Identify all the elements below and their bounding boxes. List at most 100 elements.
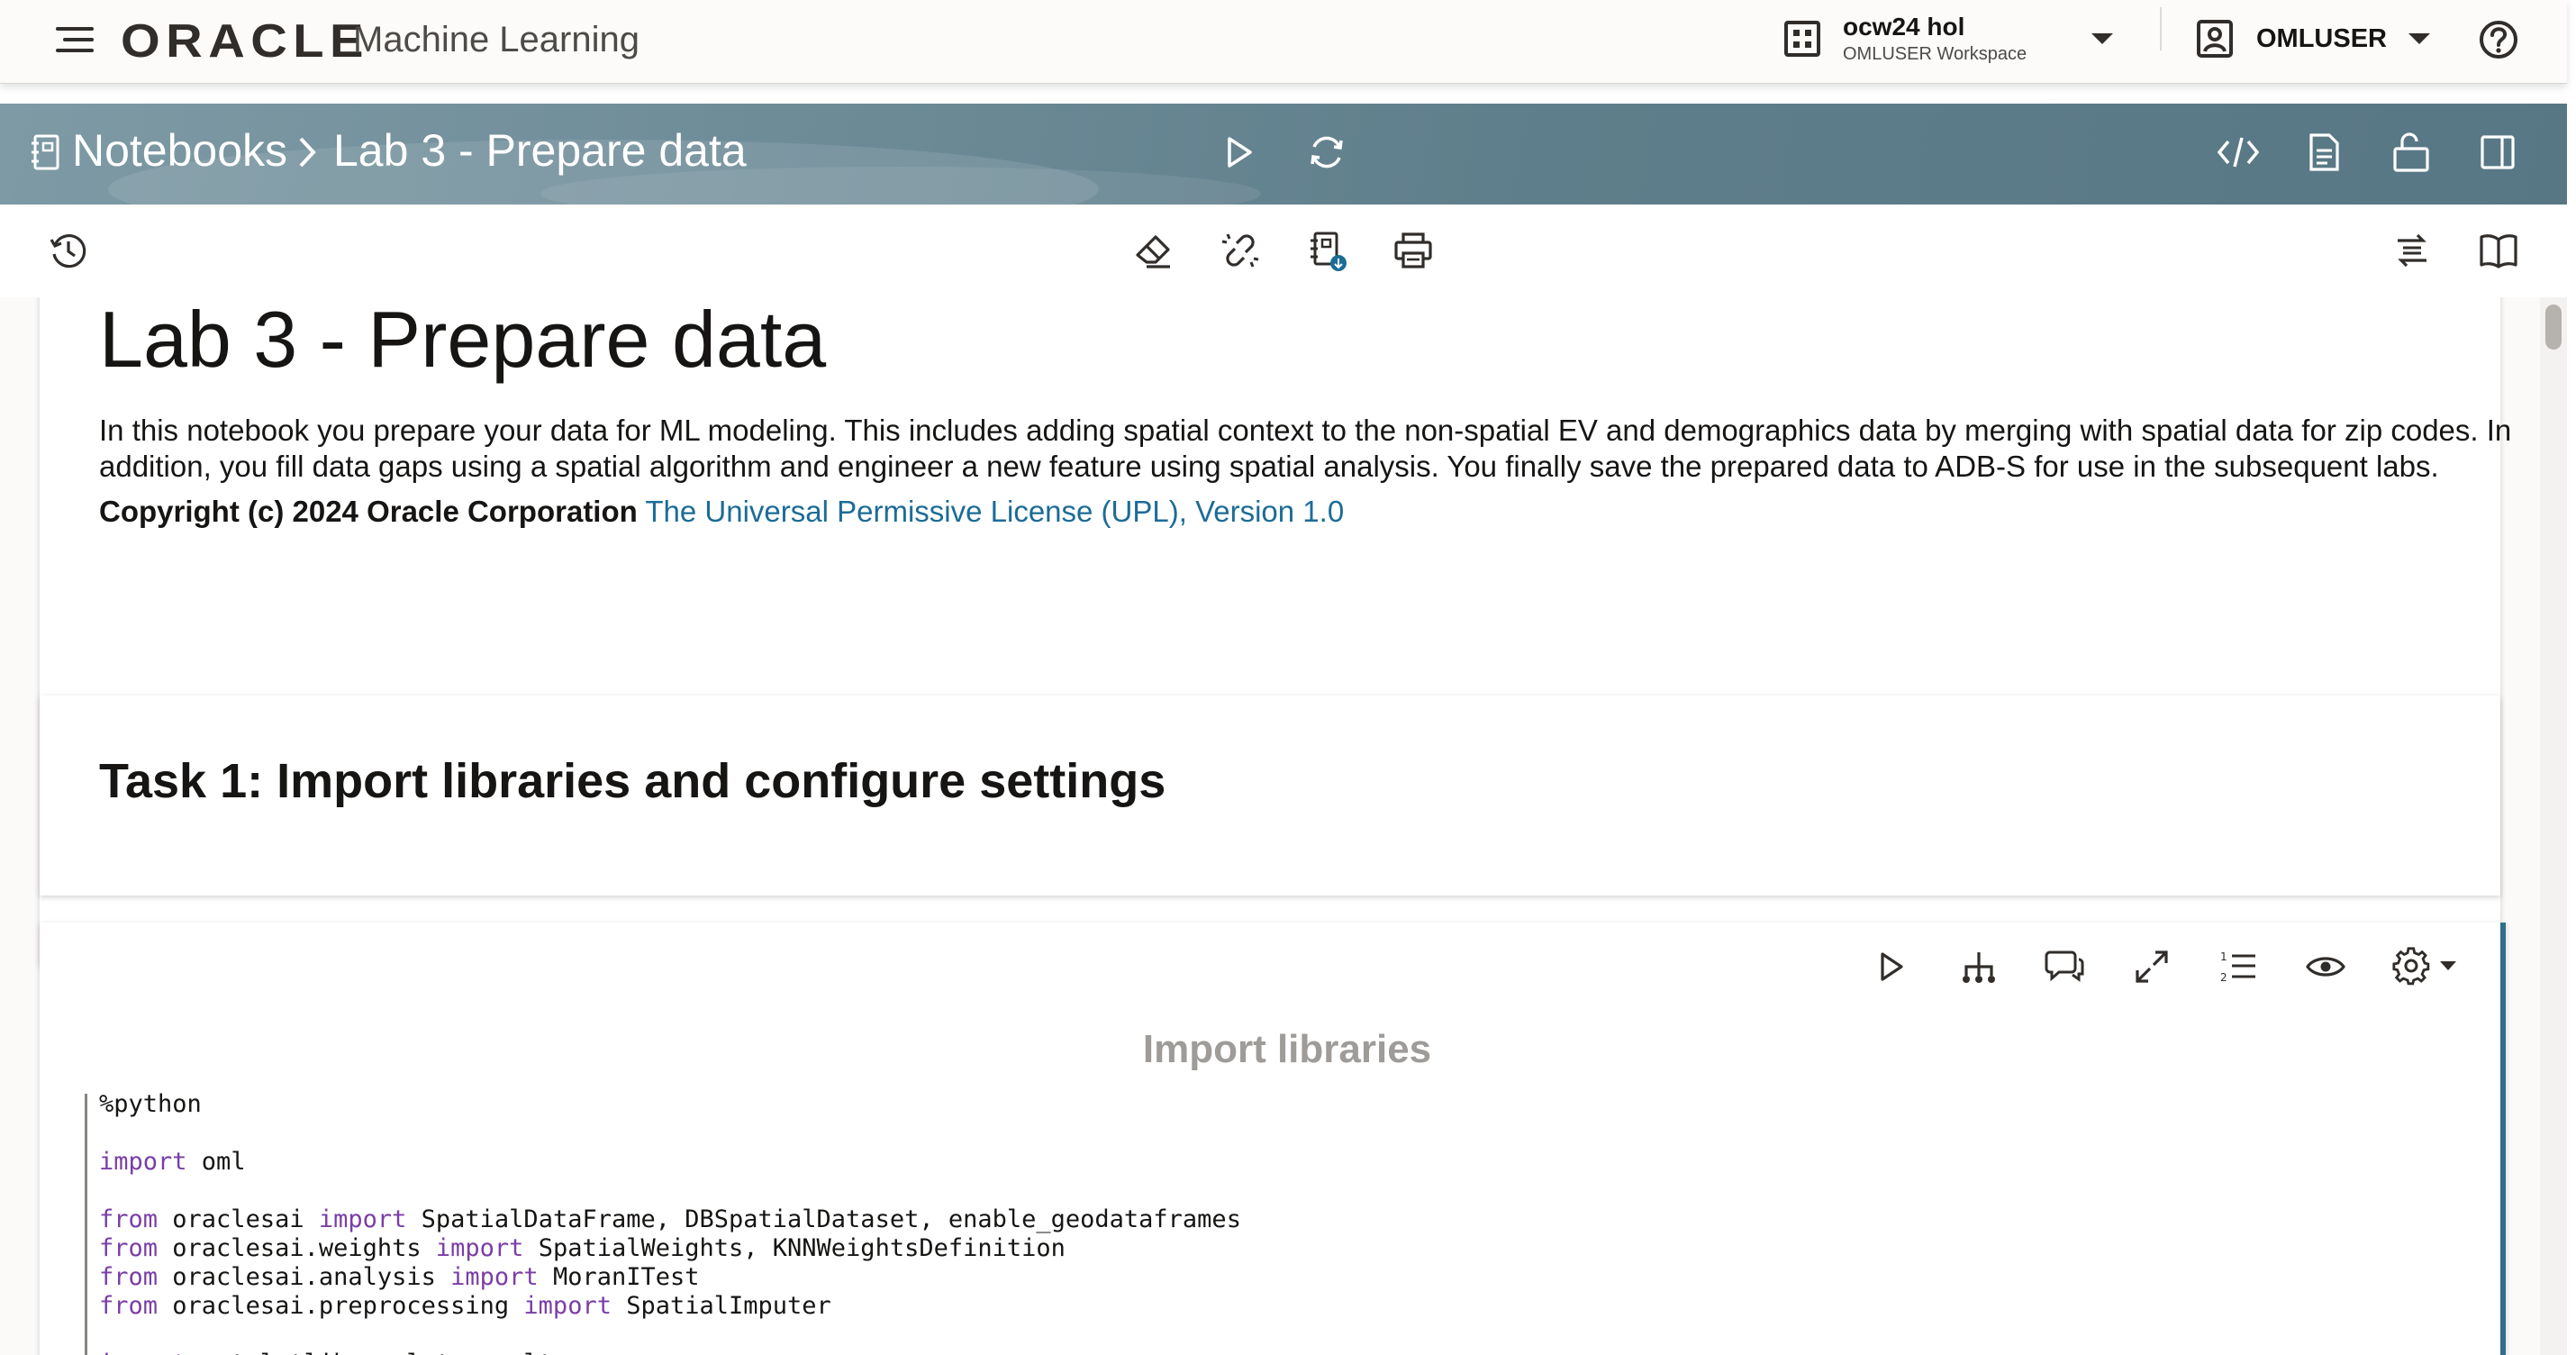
comments-icon (2045, 950, 2084, 982)
export-notebook-button[interactable] (1306, 229, 1351, 274)
code-text: oml (186, 1148, 246, 1176)
help-icon (2480, 21, 2517, 59)
intro-text: In this notebook you prepare your data f… (99, 414, 2512, 483)
unlink-button[interactable] (1218, 229, 1263, 272)
svg-text:2: 2 (2220, 971, 2227, 984)
code-keyword: from (99, 1234, 159, 1262)
code-text: oraclesai.preprocessing (158, 1292, 524, 1320)
history-icon (50, 234, 86, 268)
workspace-name[interactable]: ocw24 hol (1843, 13, 1964, 41)
visibility-button[interactable] (2304, 946, 2347, 987)
workspace-icon-wrap[interactable] (1782, 18, 1823, 59)
dependencies-button[interactable] (1958, 946, 2000, 987)
paragraph-title: Import libraries (1142, 1027, 1432, 1071)
code-text: oraclesai.analysis (158, 1263, 451, 1291)
code-keyword: import (450, 1263, 539, 1291)
code-keyword: import (435, 1234, 524, 1262)
svg-text:1: 1 (2220, 950, 2227, 963)
menu-button[interactable] (50, 20, 99, 59)
panel-toggle-button[interactable] (2477, 130, 2518, 175)
workspace-subtitle: OMLUSER Workspace (1843, 44, 2027, 64)
play-icon (1228, 137, 1252, 168)
expand-icon (2136, 950, 2168, 983)
code-text: SpatialImputer (611, 1292, 831, 1320)
print-button[interactable] (1391, 229, 1436, 272)
code-line: %python (99, 1090, 202, 1119)
document-view-button[interactable] (2304, 130, 2344, 175)
play-icon (1881, 952, 1903, 981)
gear-icon (2392, 947, 2430, 986)
code-line: import oml (99, 1148, 246, 1177)
code-editor[interactable]: %python import oml from oraclesai import S… (40, 1090, 2472, 1355)
eye-icon (2306, 957, 2345, 977)
eraser-icon (1136, 235, 1170, 268)
code-text: oraclesai (158, 1205, 319, 1233)
code-icon (2218, 137, 2259, 168)
code-text: oraclesai.weights (158, 1234, 436, 1262)
lock-toggle-button[interactable] (2390, 130, 2432, 175)
caret-down-icon (2091, 33, 2113, 44)
document-icon (2309, 133, 2339, 171)
code-line: from oraclesai import SpatialDataFrame, … (99, 1205, 1241, 1234)
caret-down-icon (2408, 33, 2430, 44)
book-button[interactable] (2477, 229, 2520, 272)
breadcrumb-separator (292, 133, 322, 171)
transform-icon (2398, 233, 2426, 268)
export-notebook-icon (1311, 232, 1347, 271)
notebook-toolbar (0, 205, 2567, 298)
paragraph-settings-button[interactable] (2389, 944, 2461, 987)
code-text: SpatialWeights, KNNWeightsDefinition (523, 1234, 1066, 1262)
code-text: matplotlib.pyplot (187, 1350, 466, 1355)
code-keyword: import (99, 1148, 187, 1176)
code-line: import matplotlib.pyplot as plt (99, 1350, 553, 1355)
scrollbar-thumb[interactable] (2545, 305, 2562, 350)
header-divider (2160, 7, 2162, 50)
hamburger-icon (56, 27, 94, 52)
markdown-paragraph-task1[interactable]: Task 1: Import libraries and configure s… (40, 696, 2500, 896)
user-dropdown[interactable] (2401, 25, 2437, 52)
code-keyword: from (99, 1263, 159, 1291)
expand-button[interactable] (2131, 946, 2172, 987)
copyright-line: Copyright (c) 2024 Oracle Corporation Th… (99, 494, 2531, 530)
panel-icon (2481, 135, 2515, 169)
run-all-button[interactable] (1220, 132, 1259, 173)
user-menu-label[interactable]: OMLUSER (2256, 24, 2387, 54)
code-paragraph[interactable]: 1 2 Import libraries %python import oml fr… (40, 923, 2506, 1355)
content-scrollbar[interactable] (2540, 297, 2567, 1355)
page-title: Lab 3 - Prepare data (333, 125, 747, 176)
app-name: Machine Learning (353, 20, 639, 59)
unlink-icon (1221, 233, 1259, 268)
version-history-button[interactable] (47, 229, 90, 272)
oracle-logo: ORACLE (121, 15, 370, 68)
license-link[interactable]: The Universal Permissive License (UPL), … (645, 495, 1344, 528)
code-keyword: as (465, 1350, 494, 1355)
code-keyword: import (99, 1350, 187, 1355)
help-button[interactable] (2477, 18, 2520, 61)
hierarchy-icon (1963, 952, 1995, 983)
notebook-icon (32, 134, 59, 170)
refresh-button[interactable] (1304, 130, 1349, 175)
notebook-content[interactable]: Lab 3 - Prepare data In this notebook yo… (0, 297, 2540, 1355)
workspace-dropdown[interactable] (2084, 25, 2120, 52)
unlock-icon (2393, 132, 2429, 172)
numbered-list-icon: 1 2 (2220, 950, 2255, 984)
code-keyword: import (523, 1292, 612, 1320)
print-icon (1394, 232, 1432, 268)
building-icon (1784, 21, 1820, 57)
code-line: from oraclesai.preprocessing import Spat… (99, 1292, 831, 1321)
code-line: from oraclesai.analysis import MoranITes… (99, 1263, 700, 1292)
code-view-button[interactable] (2216, 132, 2261, 173)
comments-button[interactable] (2043, 946, 2086, 987)
code-text: MoranITest (538, 1263, 700, 1291)
code-text: SpatialDataFrame, DBSpatialDataset, enab… (406, 1205, 1241, 1233)
chevron-right-icon (299, 137, 316, 168)
caret-down-icon (2440, 961, 2456, 970)
clear-output-button[interactable] (1131, 229, 1176, 272)
run-paragraph-button[interactable] (1872, 946, 1911, 987)
user-icon-wrap[interactable] (2194, 18, 2236, 59)
code-keyword: import (318, 1205, 407, 1233)
breadcrumb-notebooks-link[interactable]: Notebooks (72, 124, 287, 177)
line-numbers-button[interactable]: 1 2 (2218, 946, 2259, 987)
transform-button[interactable] (2390, 229, 2434, 272)
book-icon (2480, 234, 2517, 268)
